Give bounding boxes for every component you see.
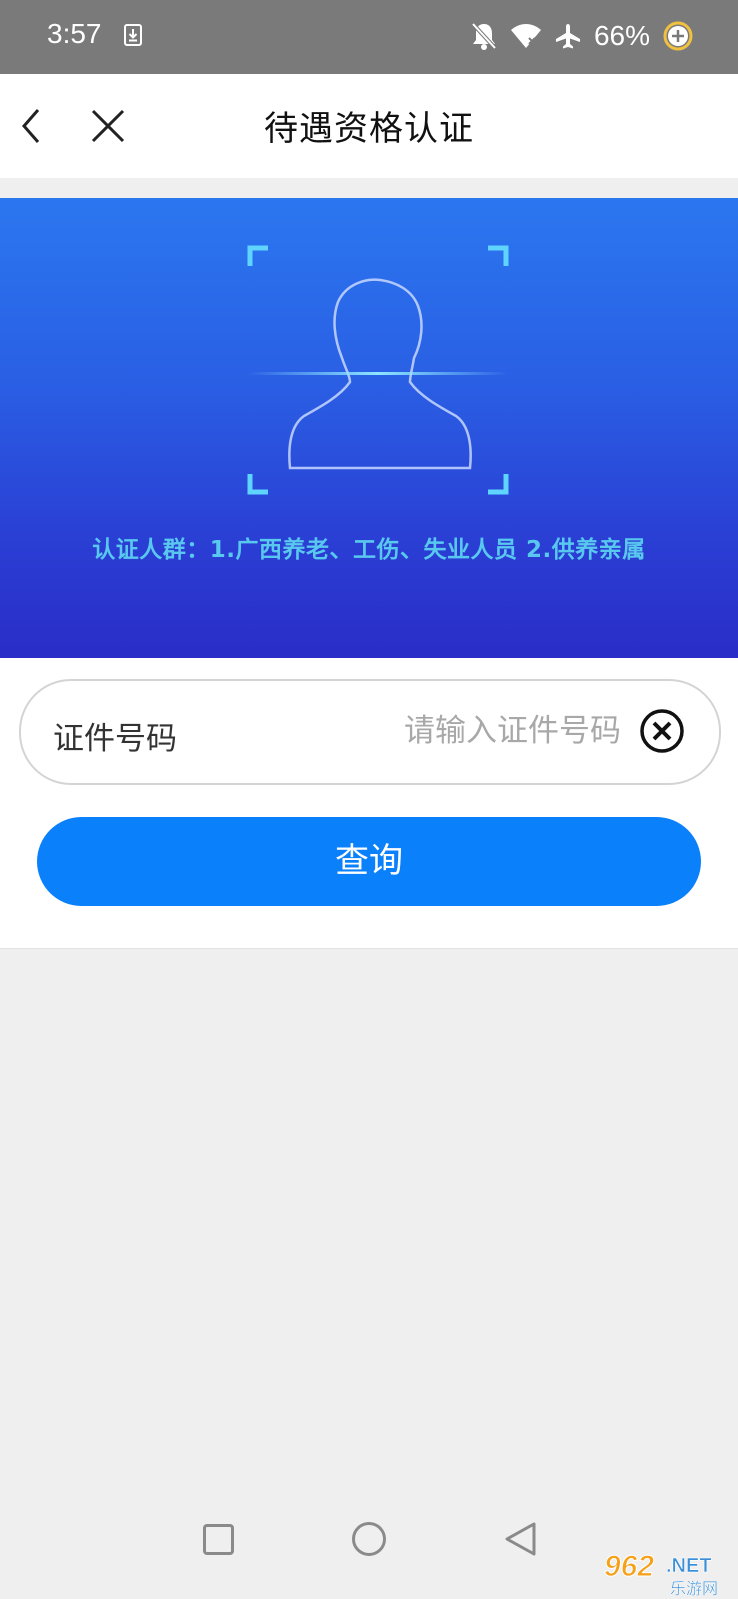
query-form: 证件号码 查询 bbox=[0, 658, 738, 949]
clear-circle-icon[interactable] bbox=[639, 708, 685, 754]
recent-apps-icon[interactable] bbox=[203, 1524, 234, 1555]
svg-text:962: 962 bbox=[604, 1550, 654, 1583]
id-number-label: 证件号码 bbox=[53, 721, 177, 757]
nav-bar: 待遇资格认证 bbox=[0, 74, 738, 178]
status-time: 3:57 bbox=[47, 18, 102, 49]
svg-text:.NET: .NET bbox=[666, 1555, 712, 1577]
download-icon bbox=[124, 24, 142, 46]
home-icon[interactable] bbox=[352, 1522, 386, 1556]
battery-percent: 66% bbox=[593, 20, 650, 51]
back-triangle-icon[interactable] bbox=[502, 1520, 538, 1558]
face-auth-banner: 认证人群：1.广西养老、工伤、失业人员 2.供养亲属 bbox=[0, 198, 738, 658]
query-button[interactable]: 查询 bbox=[37, 817, 701, 906]
id-number-field: 证件号码 bbox=[19, 679, 721, 785]
bell-off-icon bbox=[471, 22, 497, 50]
watermark-logo: 962 .NET 乐游网 bbox=[604, 1550, 719, 1599]
page-title: 待遇资格认证 bbox=[264, 109, 474, 149]
face-scan-illustration bbox=[247, 245, 509, 495]
scan-line bbox=[248, 372, 508, 375]
banner-caption: 认证人群：1.广西养老、工伤、失业人员 2.供养亲属 bbox=[92, 537, 646, 563]
status-bar: 3:57 66% bbox=[0, 0, 738, 74]
airplane-icon bbox=[555, 24, 580, 49]
wifi-icon bbox=[510, 24, 541, 48]
svg-text:乐游网: 乐游网 bbox=[670, 1579, 718, 1598]
id-number-input[interactable] bbox=[361, 707, 621, 755]
divider bbox=[0, 178, 738, 198]
battery-saver-icon bbox=[663, 21, 693, 51]
